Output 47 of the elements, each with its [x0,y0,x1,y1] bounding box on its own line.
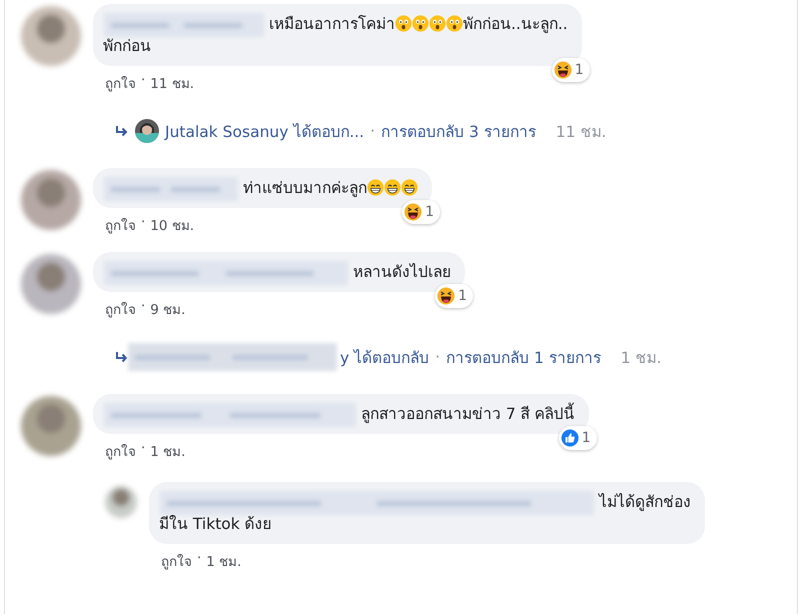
laughing-face-icon [437,287,456,305]
timestamp-link[interactable]: 11 ชม. [150,72,194,94]
separator-dot: · [197,550,202,568]
laughing-face-icon [554,61,572,79]
separator-dot: · [435,348,440,366]
separator-dot: · [370,122,376,140]
astonished-face-icon [446,15,463,32]
like-link[interactable]: ถูกใจ [105,72,136,94]
comment-text: ไม่ได้ดูสักช่อง [599,493,691,511]
timestamp-link[interactable]: 9 ชม. [150,298,186,320]
comment-text: มีใน Tiktok ด้งย [159,515,272,533]
comment-text: ท่าแซ่บบมากค่ะลูก [243,179,367,197]
astonished-face-icon [412,15,429,32]
laughing-face-icon [404,203,422,221]
replies-count-link[interactable]: การตอบกลับ 3 รายการ [381,118,536,144]
comment-text: พักก่อน..นะลูก.. [463,15,568,33]
like-link[interactable]: ถูกใจ [105,214,136,236]
grinning-face-icon [384,179,401,196]
comment-text: ลูกสาวออกสนามข่าว 7 สี คลิปนี้ [361,405,575,423]
reaction-badge[interactable]: 1 [435,284,473,308]
like-link[interactable]: ถูกใจ [105,440,136,462]
reply-arrow-icon [115,125,129,137]
separator-dot: · [141,440,146,458]
reply-author-link[interactable]: y ได้ตอบกลับ [340,344,430,370]
reaction-badge[interactable]: 1 [552,58,590,82]
reaction-badge[interactable]: 1 [402,200,440,224]
grinning-face-icon [401,179,418,196]
astonished-face-icon [395,15,412,32]
reply-author-link[interactable]: Jutalak Sosanuy ได้ตอบก... [165,118,364,144]
avatar-image[interactable] [135,119,159,143]
separator-dot: · [141,298,146,316]
timestamp-link[interactable]: 1 ชม. [206,550,242,572]
thumbs-up-icon [560,429,579,447]
comment-text: เหมือนอาการโคม่า [269,15,395,33]
separator-dot: · [141,214,146,232]
replies-count-link[interactable]: การตอบกลับ 1 รายการ [446,344,601,370]
reaction-badge[interactable]: 1 [558,426,597,450]
like-link[interactable]: ถูกใจ [161,550,192,572]
astonished-face-icon [429,15,446,32]
timestamp-link[interactable]: 10 ชม. [150,214,194,236]
like-link[interactable]: ถูกใจ [105,298,136,320]
timestamp-link[interactable]: 1 ชม. [150,440,186,462]
comment-text: หลานดังไปเลย [353,263,451,281]
reply-arrow-icon [115,351,129,363]
separator-dot: · [141,72,146,90]
grinning-face-icon [367,179,384,196]
comment-text: พักก่อน [103,37,151,55]
